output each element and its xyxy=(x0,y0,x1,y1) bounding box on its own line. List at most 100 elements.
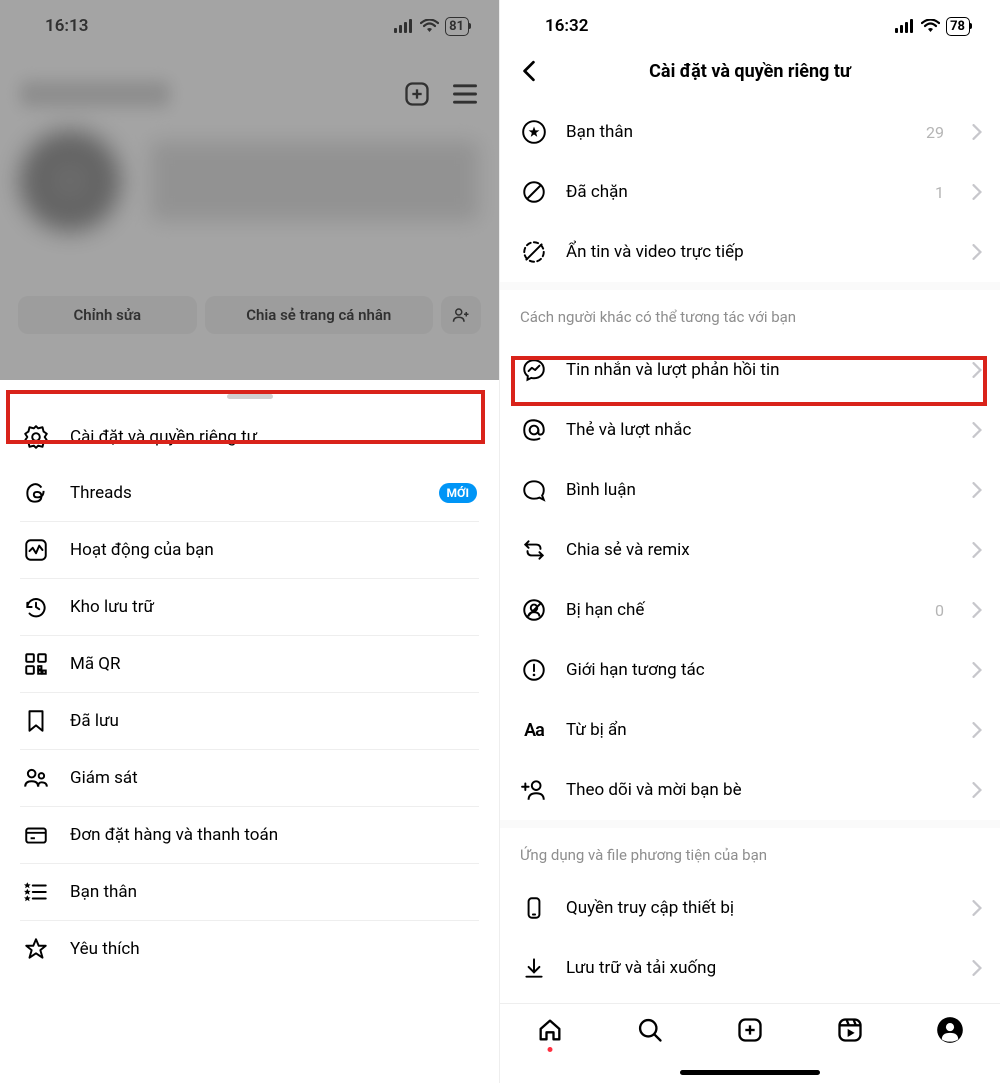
row-count: 0 xyxy=(935,601,948,620)
tab-home[interactable] xyxy=(536,1016,564,1044)
row-comments[interactable]: Bình luận xyxy=(500,460,1000,520)
battery-icon: 78 xyxy=(946,17,970,36)
star-icon xyxy=(22,935,50,963)
chevron-right-icon xyxy=(972,960,982,976)
row-label: Chia sẻ và remix xyxy=(566,540,690,560)
device-icon xyxy=(520,894,548,922)
chevron-right-icon xyxy=(972,184,982,200)
signal-icon xyxy=(895,19,915,33)
menu-label: Đơn đặt hàng và thanh toán xyxy=(70,825,278,845)
row-messages-replies[interactable]: Tin nhắn và lượt phản hồi tin xyxy=(500,340,1000,400)
row-restricted[interactable]: Bị hạn chế 0 xyxy=(500,580,1000,640)
remix-icon xyxy=(520,536,548,564)
hidden-words-icon: Aa xyxy=(520,716,548,744)
chevron-right-icon xyxy=(972,782,982,798)
tab-reels[interactable] xyxy=(836,1016,864,1044)
phone-left: 16:13 81 xyxy=(0,0,500,1083)
blocked-icon xyxy=(520,178,548,206)
menu-saved[interactable]: Đã lưu xyxy=(20,693,479,750)
section-app-media: Ứng dụng và file phương tiện của bạn xyxy=(500,820,1000,878)
card-icon xyxy=(22,821,50,849)
sheet-grabber[interactable] xyxy=(227,394,273,399)
back-button[interactable] xyxy=(512,60,546,82)
row-share-remix[interactable]: Chia sẻ và remix xyxy=(500,520,1000,580)
wifi-icon xyxy=(921,19,940,33)
menu-settings-privacy[interactable]: Cài đặt và quyền riêng tư xyxy=(20,409,479,465)
bottom-sheet: Cài đặt và quyền riêng tư Threads Mới Ho… xyxy=(0,380,499,1083)
tab-search[interactable] xyxy=(636,1016,664,1044)
menu-label: Giám sát xyxy=(70,768,138,788)
supervision-icon xyxy=(22,764,50,792)
row-close-friends[interactable]: Bạn thân 29 xyxy=(500,102,1000,162)
comment-icon xyxy=(520,476,548,504)
chevron-right-icon xyxy=(972,900,982,916)
download-icon xyxy=(520,954,548,982)
row-follow-invite[interactable]: Theo dõi và mời bạn bè xyxy=(500,760,1000,820)
menu-qr-code[interactable]: Mã QR xyxy=(20,636,479,693)
row-label: Đã chặn xyxy=(566,182,628,202)
profile-dim-area: 16:13 81 xyxy=(0,0,499,380)
row-label: Theo dõi và mời bạn bè xyxy=(566,780,742,800)
row-label: Thẻ và lượt nhắc xyxy=(566,420,691,440)
hide-story-icon xyxy=(520,238,548,266)
row-archive-download[interactable]: Lưu trữ và tải xuống xyxy=(500,938,1000,998)
menu-label: Hoạt động của bạn xyxy=(70,540,214,560)
row-label: Giới hạn tương tác xyxy=(566,660,705,680)
chevron-right-icon xyxy=(972,482,982,498)
menu-supervision[interactable]: Giám sát xyxy=(20,750,479,807)
row-tags-mentions[interactable]: Thẻ và lượt nhắc xyxy=(500,400,1000,460)
chevron-right-icon xyxy=(972,722,982,738)
badge-new: Mới xyxy=(439,483,477,503)
page-header: Cài đặt và quyền riêng tư xyxy=(500,48,1000,102)
menu-label: Kho lưu trữ xyxy=(70,597,154,617)
menu-label: Cài đặt và quyền riêng tư xyxy=(70,427,257,447)
tab-create[interactable] xyxy=(736,1016,764,1044)
row-limits[interactable]: Giới hạn tương tác xyxy=(500,640,1000,700)
page-title: Cài đặt và quyền riêng tư xyxy=(546,61,954,82)
menu-orders-payments[interactable]: Đơn đặt hàng và thanh toán xyxy=(20,807,479,864)
row-label: Quyền truy cập thiết bị xyxy=(566,898,734,918)
menu-label: Mã QR xyxy=(70,654,120,674)
gear-icon xyxy=(22,423,50,451)
threads-icon xyxy=(22,479,50,507)
home-indicator[interactable] xyxy=(680,1070,820,1075)
status-time: 16:32 xyxy=(545,16,588,36)
row-label: Từ bị ẩn xyxy=(566,720,627,740)
menu-close-friends[interactable]: Bạn thân xyxy=(20,864,479,921)
menu-archive[interactable]: Kho lưu trữ xyxy=(20,579,479,636)
menu-label: Đã lưu xyxy=(70,711,119,731)
follow-invite-icon xyxy=(520,776,548,804)
qr-icon xyxy=(22,650,50,678)
row-blocked[interactable]: Đã chặn 1 xyxy=(500,162,1000,222)
row-count: 1 xyxy=(935,183,948,202)
chevron-right-icon xyxy=(972,422,982,438)
chevron-right-icon xyxy=(972,602,982,618)
row-hide-story[interactable]: Ẩn tin và video trực tiếp xyxy=(500,222,1000,282)
phone-right: 16:32 78 Cài đặt và quyền riêng tư Bạn t… xyxy=(500,0,1000,1083)
archive-icon xyxy=(22,593,50,621)
chevron-right-icon xyxy=(972,542,982,558)
settings-list: Bạn thân 29 Đã chặn 1 Ẩn tin và video tr… xyxy=(500,102,1000,998)
row-hidden-words[interactable]: Aa Từ bị ẩn xyxy=(500,700,1000,760)
tab-profile[interactable] xyxy=(936,1016,964,1044)
row-label: Lưu trữ và tải xuống xyxy=(566,958,716,978)
menu-your-activity[interactable]: Hoạt động của bạn xyxy=(20,522,479,579)
menu-threads[interactable]: Threads Mới xyxy=(20,465,479,522)
row-label: Bạn thân xyxy=(566,122,633,142)
chevron-right-icon xyxy=(972,124,982,140)
menu-label: Threads xyxy=(70,483,132,503)
bookmark-icon xyxy=(22,707,50,735)
row-device-permissions[interactable]: Quyền truy cập thiết bị xyxy=(500,878,1000,938)
messenger-icon xyxy=(520,356,548,384)
status-bar: 16:32 78 xyxy=(500,0,1000,48)
chevron-right-icon xyxy=(972,362,982,378)
chevron-right-icon xyxy=(972,662,982,678)
menu-favorites[interactable]: Yêu thích xyxy=(20,921,479,977)
row-label: Bị hạn chế xyxy=(566,600,644,620)
row-label: Ẩn tin và video trực tiếp xyxy=(566,242,744,262)
row-label: Tin nhắn và lượt phản hồi tin xyxy=(566,360,779,380)
notification-dot xyxy=(548,1047,553,1052)
restricted-icon xyxy=(520,596,548,624)
chevron-right-icon xyxy=(972,244,982,260)
row-label: Bình luận xyxy=(566,480,636,500)
